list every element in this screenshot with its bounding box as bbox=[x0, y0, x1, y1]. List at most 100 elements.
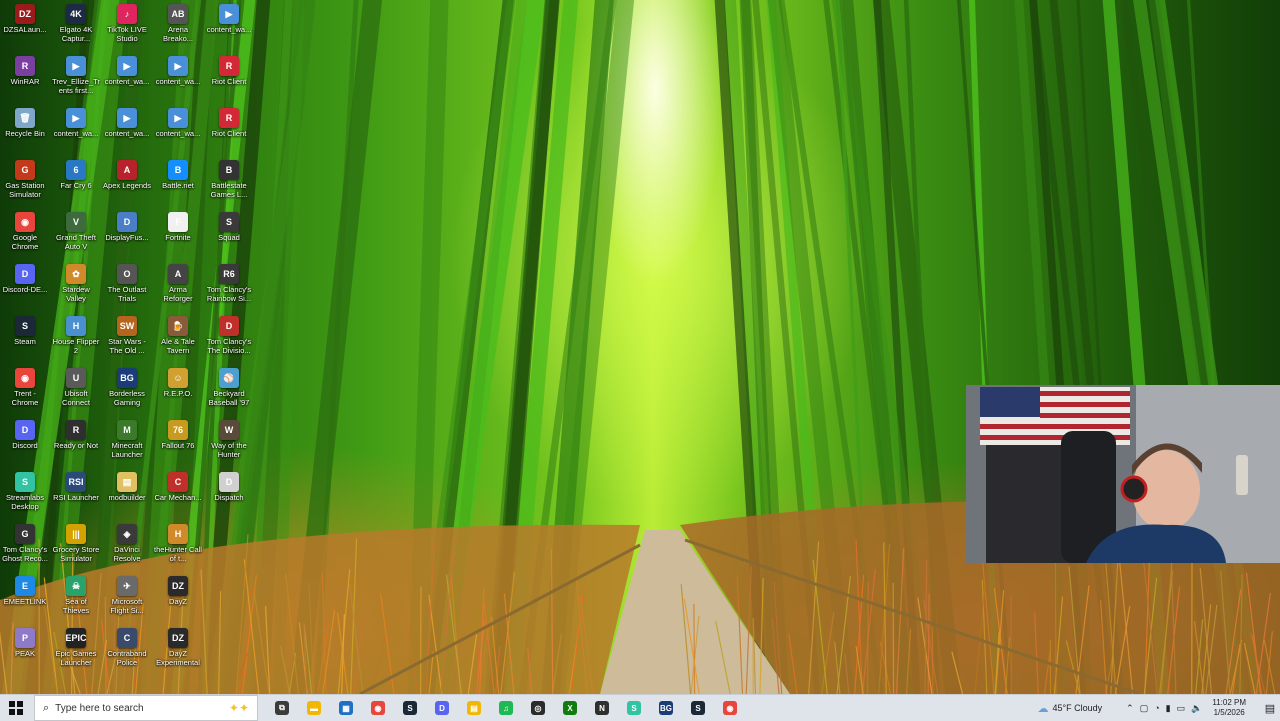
desktop-icon[interactable]: SSteam bbox=[1, 314, 49, 366]
desktop-icon[interactable]: DTom Clancy's The Divisio... bbox=[205, 314, 253, 366]
taskbar-app-steam-2[interactable]: S bbox=[682, 695, 714, 721]
desktop-icon[interactable]: RRiot Client bbox=[205, 106, 253, 158]
desktop-icon[interactable]: 4KElgato 4K Captur... bbox=[52, 2, 100, 54]
network-icon[interactable]: ▭ bbox=[1177, 703, 1186, 714]
desktop-icon[interactable]: 6Far Cry 6 bbox=[52, 158, 100, 210]
desktop-icon-label: Fallout 76 bbox=[154, 441, 202, 450]
desktop-icon[interactable]: AApex Legends bbox=[103, 158, 151, 210]
taskbar-app-streamlabs[interactable]: S bbox=[618, 695, 650, 721]
volume-icon[interactable]: 🔈 bbox=[1191, 703, 1202, 714]
desktop-icon[interactable]: MMinecraft Launcher bbox=[103, 418, 151, 470]
desktop-icon[interactable]: ▶content_wa... bbox=[154, 106, 202, 158]
desktop-icon[interactable]: OThe Outlast Trials bbox=[103, 262, 151, 314]
desktop-icon[interactable]: GGas Station Simulator bbox=[1, 158, 49, 210]
cloud-icon: ☁ bbox=[1038, 702, 1049, 715]
desktop-icon-label: content_wa... bbox=[52, 129, 100, 138]
desktop-icon[interactable]: DZDZSALaun... bbox=[1, 2, 49, 54]
desktop-icon[interactable]: ▶content_wa... bbox=[205, 2, 253, 54]
taskbar-app-files[interactable]: ▤ bbox=[458, 695, 490, 721]
app-icon: 76 bbox=[168, 420, 188, 440]
desktop-icon[interactable]: ▶content_wa... bbox=[154, 54, 202, 106]
desktop-icon[interactable]: ◈DaVinci Resolve bbox=[103, 522, 151, 574]
start-button[interactable] bbox=[0, 695, 32, 721]
desktop-icon[interactable]: ☠Sea of Thieves bbox=[52, 574, 100, 626]
taskbar-app-chrome[interactable]: ◉ bbox=[362, 695, 394, 721]
desktop-icon[interactable]: CContraband Police bbox=[103, 626, 151, 678]
taskbar-app-spotify[interactable]: ♫ bbox=[490, 695, 522, 721]
desktop-icon[interactable]: HHouse Flipper 2 bbox=[52, 314, 100, 366]
taskbar-app-chrome-2[interactable]: ◉ bbox=[714, 695, 746, 721]
desktop-icon[interactable]: RReady or Not bbox=[52, 418, 100, 470]
desktop-icon[interactable]: FFortnite bbox=[154, 210, 202, 262]
desktop-icon[interactable]: RSIRSI Launcher bbox=[52, 470, 100, 522]
desktop-icon[interactable]: DDiscord-DE... bbox=[1, 262, 49, 314]
taskbar-app-borderless-gaming[interactable]: BG bbox=[650, 695, 682, 721]
desktop-icon[interactable]: DZDayZ bbox=[154, 574, 202, 626]
desktop-icon[interactable]: BGBorderless Gaming bbox=[103, 366, 151, 418]
desktop-icon-label: Stardew Valley bbox=[52, 285, 100, 303]
app-icon: H bbox=[66, 316, 86, 336]
taskbar-app-steam[interactable]: S bbox=[394, 695, 426, 721]
desktop-icon[interactable]: 🗑Recycle Bin bbox=[1, 106, 49, 158]
desktop-icon[interactable]: BBattle.net bbox=[154, 158, 202, 210]
desktop-icon[interactable]: SStreamlabs Desktop bbox=[1, 470, 49, 522]
desktop-icon-label: Gas Station Simulator bbox=[1, 181, 49, 199]
desktop-icon[interactable]: DDispatch bbox=[205, 470, 253, 522]
desktop-icon[interactable]: R6Tom Clancy's Rainbow Si... bbox=[205, 262, 253, 314]
taskbar-app-task-view[interactable]: ⧉ bbox=[266, 695, 298, 721]
desktop-icon-label: Tom Clancy's Ghost Reco... bbox=[1, 545, 49, 563]
desktop-icon[interactable]: WWay of the Hunter bbox=[205, 418, 253, 470]
desktop-icon[interactable]: ♪TikTok LIVE Studio bbox=[103, 2, 151, 54]
desktop-icon[interactable]: EPICEpic Games Launcher bbox=[52, 626, 100, 678]
desktop-icon[interactable]: DZDayZ Experimental bbox=[154, 626, 202, 678]
desktop-icon[interactable]: DDisplayFus... bbox=[103, 210, 151, 262]
desktop-icon[interactable]: CCar Mechan... bbox=[154, 470, 202, 522]
desktop-icon[interactable]: 76Fallout 76 bbox=[154, 418, 202, 470]
taskbar-app-nvidia[interactable]: N bbox=[586, 695, 618, 721]
desktop-icon[interactable]: ▶content_wa... bbox=[103, 106, 151, 158]
taskbar-app-microsoft-store[interactable]: ▦ bbox=[330, 695, 362, 721]
desktop-icon[interactable]: 🍺Ale & Tale Tavern bbox=[154, 314, 202, 366]
taskbar-search-box[interactable]: ⌕ Type here to search ✦✦ bbox=[34, 695, 258, 721]
desktop-icon[interactable]: ▤modbuilder bbox=[103, 470, 151, 522]
desktop-icon[interactable]: EEMEETLINK bbox=[1, 574, 49, 626]
desktop-icon[interactable]: PPEAK bbox=[1, 626, 49, 678]
desktop-icon[interactable]: ⚾Beckyard Baseball '97 bbox=[205, 366, 253, 418]
desktop-icon-label: Tom Clancy's The Divisio... bbox=[205, 337, 253, 355]
desktop-icon[interactable]: |||Grocery Store Simulator bbox=[52, 522, 100, 574]
desktop-icon[interactable]: ✿Stardew Valley bbox=[52, 262, 100, 314]
desktop-icon[interactable]: DDiscord bbox=[1, 418, 49, 470]
tray-app-icon[interactable]: ▢ bbox=[1140, 703, 1149, 714]
desktop-icon[interactable]: ▶content_wa... bbox=[103, 54, 151, 106]
desktop-icon[interactable]: UUbisoft Connect bbox=[52, 366, 100, 418]
desktop-icon[interactable]: VGrand Theft Auto V bbox=[52, 210, 100, 262]
taskbar-app-file-explorer[interactable]: ▬ bbox=[298, 695, 330, 721]
taskbar-app-xbox[interactable]: X bbox=[554, 695, 586, 721]
desktop-icon[interactable]: RRiot Client bbox=[205, 54, 253, 106]
tray-app-icon[interactable]: ◔ bbox=[1154, 703, 1159, 713]
desktop-icon[interactable]: AArma Reforger bbox=[154, 262, 202, 314]
desktop-icon[interactable]: GTom Clancy's Ghost Reco... bbox=[1, 522, 49, 574]
desktop-icon[interactable]: RWinRAR bbox=[1, 54, 49, 106]
tray-app-icon[interactable]: ▮ bbox=[1166, 703, 1171, 714]
desktop-icon[interactable]: ▶content_wa... bbox=[52, 106, 100, 158]
desktop-icon[interactable]: ABArena Breako... bbox=[154, 2, 202, 54]
app-icon: 4K bbox=[66, 4, 86, 24]
tray-chevron-up-icon[interactable]: ⌃ bbox=[1126, 703, 1134, 714]
desktop-icon[interactable]: HtheHunter Call of t... bbox=[154, 522, 202, 574]
desktop-icon[interactable]: SWStar Wars - The Old ... bbox=[103, 314, 151, 366]
desktop-icon[interactable]: ◉Google Chrome bbox=[1, 210, 49, 262]
desktop-icon[interactable]: ▶Trev_Ellize_Trents first... bbox=[52, 54, 100, 106]
weather-widget[interactable]: ☁ 45°F Cloudy bbox=[1038, 702, 1103, 715]
desktop-icon[interactable]: ◉Trent - Chrome bbox=[1, 366, 49, 418]
desktop-icon[interactable]: ✈Microsoft Flight Si... bbox=[103, 574, 151, 626]
taskbar-app-discord[interactable]: D bbox=[426, 695, 458, 721]
taskbar-app-obs[interactable]: ◎ bbox=[522, 695, 554, 721]
clock[interactable]: 11:02 PM 1/5/2026 bbox=[1212, 698, 1246, 718]
spotify-icon: ♫ bbox=[499, 701, 513, 715]
desktop-icon[interactable]: SSquad bbox=[205, 210, 253, 262]
desktop-icon[interactable]: BBattlestate Games L... bbox=[205, 158, 253, 210]
desktop-icon[interactable]: ☺R.E.P.O. bbox=[154, 366, 202, 418]
notification-center-button[interactable]: ▤ bbox=[1260, 702, 1280, 715]
app-icon: ◈ bbox=[117, 524, 137, 544]
